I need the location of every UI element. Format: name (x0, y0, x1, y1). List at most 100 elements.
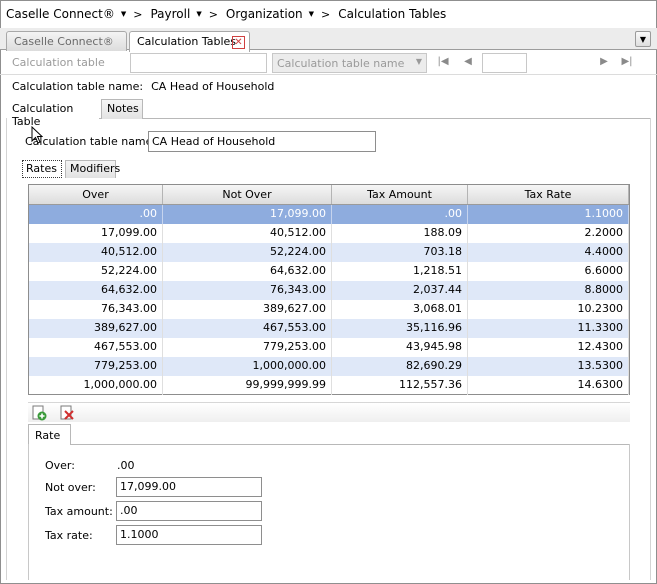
cell-tax-amount: 112,557.36 (332, 376, 468, 395)
cell-not-over: 779,253.00 (163, 338, 332, 357)
table-row[interactable]: 76,343.00 389,627.00 3,068.01 10.2300 (29, 300, 629, 319)
tab-notes[interactable]: Notes (101, 99, 143, 119)
column-header-tax-rate[interactable]: Tax Rate (468, 185, 629, 204)
table-row[interactable]: 64,632.00 76,343.00 2,037.44 8.8000 (29, 281, 629, 300)
previous-record-icon[interactable]: ◀ (461, 55, 475, 69)
table-row[interactable]: 40,512.00 52,224.00 703.18 4.4000 (29, 243, 629, 262)
calculation-table-label: Calculation table (12, 56, 105, 69)
table-row[interactable]: 1,000,000.00 99,999,999.99 112,557.36 14… (29, 376, 629, 395)
table-row[interactable]: 389,627.00 467,553.00 35,116.96 11.3300 (29, 319, 629, 338)
first-record-icon[interactable]: |◀ (436, 55, 450, 69)
record-title: Calculation table name: CA Head of Househ… (12, 80, 274, 93)
breadcrumb-caselle-connect[interactable]: Caselle Connect® (6, 7, 115, 21)
record-number-input[interactable] (482, 53, 527, 73)
cell-over: 17,099.00 (29, 224, 163, 243)
table-row[interactable]: 467,553.00 779,253.00 43,945.98 12.4300 (29, 338, 629, 357)
table-row[interactable]: .00 17,099.00 .00 1.1000 (29, 205, 629, 224)
rates-tabs: Rates Modifiers (22, 159, 632, 178)
cell-not-over: 389,627.00 (163, 300, 332, 319)
breadcrumb: Caselle Connect® ▼ > Payroll ▼ > Organiz… (6, 6, 452, 22)
column-header-tax-amount[interactable]: Tax Amount (332, 185, 468, 204)
tax-amount-label: Tax amount: (45, 505, 113, 518)
calculation-table-name-placeholder: Calculation table name (277, 57, 405, 70)
cell-not-over: 17,099.00 (163, 205, 332, 224)
cell-over: 1,000,000.00 (29, 376, 163, 395)
chevron-down-icon: ▼ (415, 57, 422, 66)
record-title-label: Calculation table name: (12, 80, 144, 93)
breadcrumb-payroll[interactable]: Payroll (150, 7, 190, 21)
cell-tax-rate: 11.3300 (468, 319, 629, 338)
rate-tab-bar: Rate (28, 424, 630, 445)
record-toolbar: Calculation table Calculation table name… (0, 51, 657, 75)
column-header-not-over[interactable]: Not Over (163, 185, 332, 204)
breadcrumb-separator: > (321, 7, 331, 21)
record-title-value: CA Head of Household (151, 80, 275, 93)
cell-not-over: 76,343.00 (163, 281, 332, 300)
calculation-table-input[interactable] (130, 53, 267, 73)
tax-rate-field[interactable]: 1.1000 (116, 525, 262, 545)
cell-tax-amount: 188.09 (332, 224, 468, 243)
cell-tax-rate: 13.5300 (468, 357, 629, 376)
tab-calculation-tables[interactable]: Calculation Tables ✕ (129, 31, 250, 52)
chevron-down-icon[interactable]: ▼ (121, 10, 126, 18)
cell-over: 52,224.00 (29, 262, 163, 281)
not-over-field[interactable]: 17,099.00 (116, 477, 262, 497)
chevron-down-icon[interactable]: ▼ (309, 10, 314, 18)
cell-over: 779,253.00 (29, 357, 163, 376)
grid-toolbar (28, 402, 630, 422)
breadcrumb-calculation-tables: Calculation Tables (338, 7, 447, 21)
cell-tax-amount: .00 (332, 205, 468, 224)
section-tabs: Calculation Table Notes (6, 97, 651, 128)
cell-tax-rate: 8.8000 (468, 281, 629, 300)
cell-tax-rate: 10.2300 (468, 300, 629, 319)
tab-calculation-tables-label: Calculation Tables (137, 35, 237, 48)
cell-over: 467,553.00 (29, 338, 163, 357)
cell-over: 389,627.00 (29, 319, 163, 338)
cell-tax-amount: 35,116.96 (332, 319, 468, 338)
calculation-table-name-field[interactable]: CA Head of Household (148, 131, 376, 152)
cell-not-over: 52,224.00 (163, 243, 332, 262)
column-header-over[interactable]: Over (29, 185, 163, 204)
cell-tax-rate: 14.6300 (468, 376, 629, 395)
cell-over: 76,343.00 (29, 300, 163, 319)
breadcrumb-separator: > (133, 7, 143, 21)
close-icon[interactable]: ✕ (232, 36, 245, 49)
tab-caselle-connect[interactable]: Caselle Connect® (6, 31, 127, 51)
breadcrumb-organization[interactable]: Organization (226, 7, 303, 21)
tab-rates[interactable]: Rates (22, 160, 62, 178)
table-row[interactable]: 17,099.00 40,512.00 188.09 2.2000 (29, 224, 629, 243)
cell-not-over: 467,553.00 (163, 319, 332, 338)
cell-tax-rate: 4.4000 (468, 243, 629, 262)
add-row-icon[interactable] (31, 405, 47, 421)
chevron-down-icon[interactable]: ▼ (196, 10, 201, 18)
mouse-cursor-icon (31, 126, 43, 144)
cell-over: 40,512.00 (29, 243, 163, 262)
cell-tax-amount: 43,945.98 (332, 338, 468, 357)
tab-modifiers[interactable]: Modifiers (65, 160, 120, 178)
cell-tax-amount: 2,037.44 (332, 281, 468, 300)
tab-calculation-table[interactable]: Calculation Table (6, 99, 99, 128)
cell-not-over: 99,999,999.99 (163, 376, 332, 395)
rates-grid: Over Not Over Tax Amount Tax Rate .00 17… (28, 184, 630, 395)
cell-over: 64,632.00 (29, 281, 163, 300)
tab-rate[interactable]: Rate (28, 424, 71, 445)
cell-tax-amount: 82,690.29 (332, 357, 468, 376)
next-record-icon[interactable]: ▶ (597, 55, 611, 69)
cell-not-over: 1,000,000.00 (163, 357, 332, 376)
cell-tax-amount: 1,218.51 (332, 262, 468, 281)
document-tab-bar: Caselle Connect® Calculation Tables ✕ ▼ (0, 28, 657, 52)
breadcrumb-separator: > (208, 7, 218, 21)
table-row[interactable]: 52,224.00 64,632.00 1,218.51 6.6000 (29, 262, 629, 281)
calculation-table-name-label: Calculation table name: (25, 135, 157, 148)
over-value: .00 (117, 459, 135, 472)
calculation-table-name-select[interactable]: Calculation table name ▼ (272, 53, 427, 73)
tax-amount-field[interactable]: .00 (116, 501, 262, 521)
cell-tax-rate: 2.2000 (468, 224, 629, 243)
table-row[interactable]: 779,253.00 1,000,000.00 82,690.29 13.530… (29, 357, 629, 376)
tab-overflow-button[interactable]: ▼ (635, 31, 651, 47)
cell-over: .00 (29, 205, 163, 224)
last-record-icon[interactable]: ▶| (620, 55, 634, 69)
over-label: Over: (45, 459, 75, 472)
delete-row-icon[interactable] (59, 405, 75, 421)
cell-not-over: 64,632.00 (163, 262, 332, 281)
